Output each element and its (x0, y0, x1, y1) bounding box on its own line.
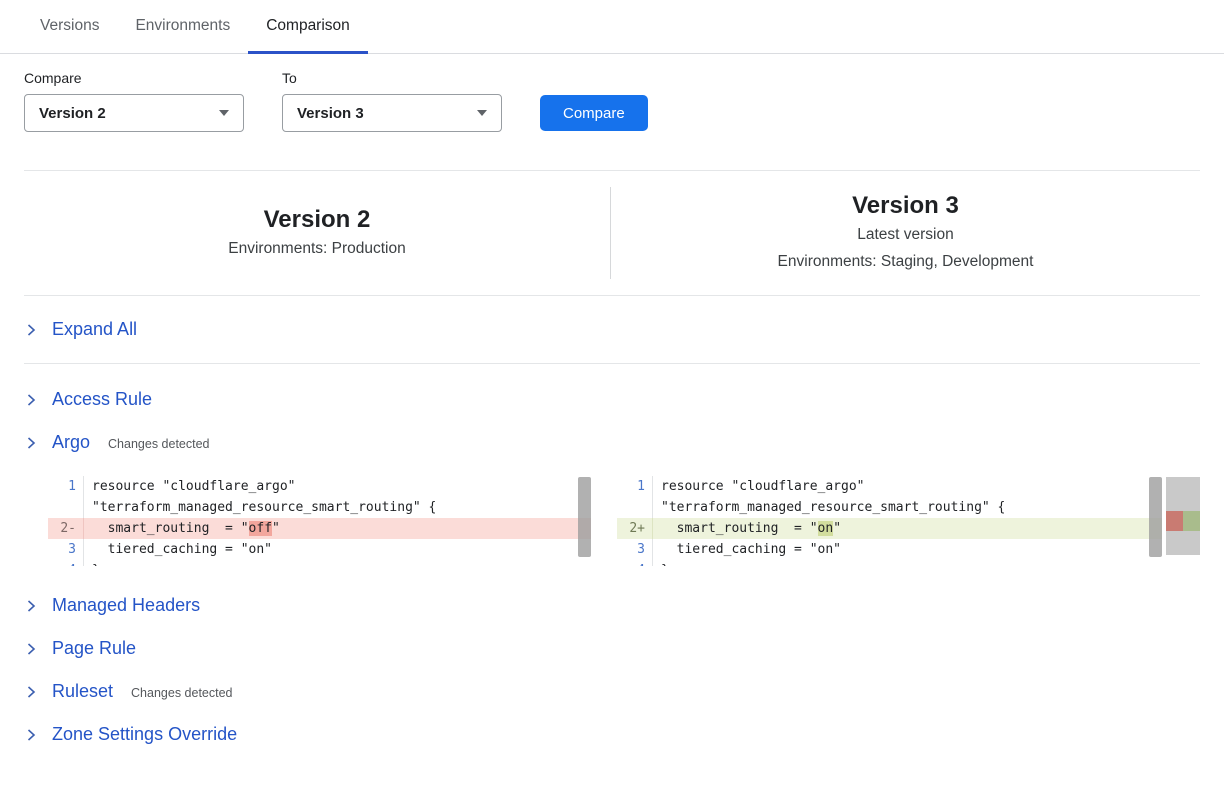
left-version-title: Version 2 (24, 205, 610, 235)
code-line: 4 } (48, 560, 591, 566)
right-version-title: Version 3 (611, 191, 1200, 221)
minimap-change-band (1166, 511, 1200, 531)
line-number: 2+ (617, 518, 653, 539)
code-text: } (653, 560, 1162, 566)
section-managed-headers[interactable]: Managed Headers (24, 584, 1200, 627)
code-line: "terraform_managed_resource_smart_routin… (617, 497, 1162, 518)
section-page-rule[interactable]: Page Rule (24, 627, 1200, 670)
minimap-deletion-marker (1166, 511, 1183, 531)
tab-versions[interactable]: Versions (22, 0, 117, 54)
code-line: 3 tiered_caching = "on" (48, 539, 591, 560)
version-headers: Version 2 Environments: Production Versi… (24, 171, 1200, 295)
compare-from-field: Compare Version 2 (24, 70, 244, 132)
version-panel-left: Version 2 Environments: Production (24, 171, 610, 295)
scrollbar[interactable] (578, 476, 591, 566)
diff-minimap[interactable] (1166, 477, 1200, 555)
code-text: "terraform_managed_resource_smart_routin… (653, 497, 1162, 518)
compare-from-value: Version 2 (39, 105, 106, 122)
code-line: 4 } (617, 560, 1162, 566)
compare-to-field: To Version 3 (282, 70, 502, 132)
scrollbar[interactable] (1149, 476, 1162, 566)
compare-button[interactable]: Compare (540, 95, 648, 131)
tab-environments[interactable]: Environments (117, 0, 248, 54)
code-line: "terraform_managed_resource_smart_routin… (48, 497, 591, 518)
expand-all-label: Expand All (52, 319, 137, 340)
code-line-deleted: 2- smart_routing = "off" (48, 518, 591, 539)
chevron-down-icon (477, 110, 487, 116)
section-label: Argo (52, 432, 90, 453)
minimap-addition-marker (1183, 511, 1200, 531)
section-zone-settings-override[interactable]: Zone Settings Override (24, 713, 1200, 756)
changes-badge: Changes detected (108, 434, 209, 451)
chevron-down-icon (219, 110, 229, 116)
chevron-right-icon (24, 642, 38, 656)
compare-to-value: Version 3 (297, 105, 364, 122)
line-number: 3 (617, 539, 653, 560)
compare-to-select[interactable]: Version 3 (282, 94, 502, 132)
tab-comparison[interactable]: Comparison (248, 0, 368, 54)
line-number (48, 497, 84, 518)
line-number: 4 (48, 560, 84, 566)
right-version-latest: Latest version (611, 221, 1200, 248)
deleted-word: off (249, 521, 272, 536)
code-text: smart_routing = "on" (653, 518, 1162, 539)
code-text: resource "cloudflare_argo" (653, 476, 1162, 497)
right-version-environments: Environments: Staging, Development (611, 248, 1200, 275)
code-text: resource "cloudflare_argo" (84, 476, 591, 497)
line-number: 3 (48, 539, 84, 560)
code-text: tiered_caching = "on" (653, 539, 1162, 560)
left-version-environments: Environments: Production (24, 235, 610, 262)
section-label: Managed Headers (52, 595, 200, 616)
line-number: 4 (617, 560, 653, 566)
chevron-right-icon (24, 393, 38, 407)
section-label: Zone Settings Override (52, 724, 237, 745)
section-label: Ruleset (52, 681, 113, 702)
diff-panel-right: 1 resource "cloudflare_argo" "terraform_… (617, 476, 1162, 566)
code-text: } (84, 560, 591, 566)
section-label: Access Rule (52, 389, 152, 410)
code-line: 3 tiered_caching = "on" (617, 539, 1162, 560)
section-label: Page Rule (52, 638, 136, 659)
code-line: 1 resource "cloudflare_argo" (48, 476, 591, 497)
chevron-right-icon (24, 599, 38, 613)
added-word: on (818, 521, 834, 536)
scrollbar-thumb[interactable] (578, 477, 591, 557)
diff-panel-left: 1 resource "cloudflare_argo" "terraform_… (48, 476, 591, 566)
section-list: Access Rule Argo Changes detected 1 reso… (24, 364, 1200, 756)
code-line-added: 2+ smart_routing = "on" (617, 518, 1162, 539)
compare-to-label: To (282, 70, 502, 86)
section-ruleset[interactable]: Ruleset Changes detected (24, 670, 1200, 713)
argo-diff: 1 resource "cloudflare_argo" "terraform_… (48, 476, 1200, 566)
compare-from-select[interactable]: Version 2 (24, 94, 244, 132)
line-number: 1 (48, 476, 84, 497)
code-line: 1 resource "cloudflare_argo" (617, 476, 1162, 497)
changes-badge: Changes detected (131, 683, 232, 700)
code-text: "terraform_managed_resource_smart_routin… (84, 497, 591, 518)
line-number (617, 497, 653, 518)
version-panel-right: Version 3 Latest version Environments: S… (611, 171, 1200, 295)
compare-from-label: Compare (24, 70, 244, 86)
section-argo[interactable]: Argo Changes detected (24, 421, 1200, 464)
code-text: smart_routing = "off" (84, 518, 591, 539)
compare-controls: Compare Version 2 To Version 3 Compare (24, 70, 1200, 132)
expand-all-row[interactable]: Expand All (24, 296, 1200, 364)
scrollbar-thumb[interactable] (1149, 477, 1162, 557)
chevron-right-icon (24, 685, 38, 699)
chevron-right-icon (24, 436, 38, 450)
section-access-rule[interactable]: Access Rule (24, 378, 1200, 421)
version-headers-wrap: Version 2 Environments: Production Versi… (24, 171, 1200, 296)
line-number: 1 (617, 476, 653, 497)
line-number: 2- (48, 518, 84, 539)
code-text: tiered_caching = "on" (84, 539, 591, 560)
chevron-right-icon (24, 728, 38, 742)
tabs-bar: Versions Environments Comparison (0, 0, 1224, 54)
chevron-right-icon (24, 323, 38, 337)
